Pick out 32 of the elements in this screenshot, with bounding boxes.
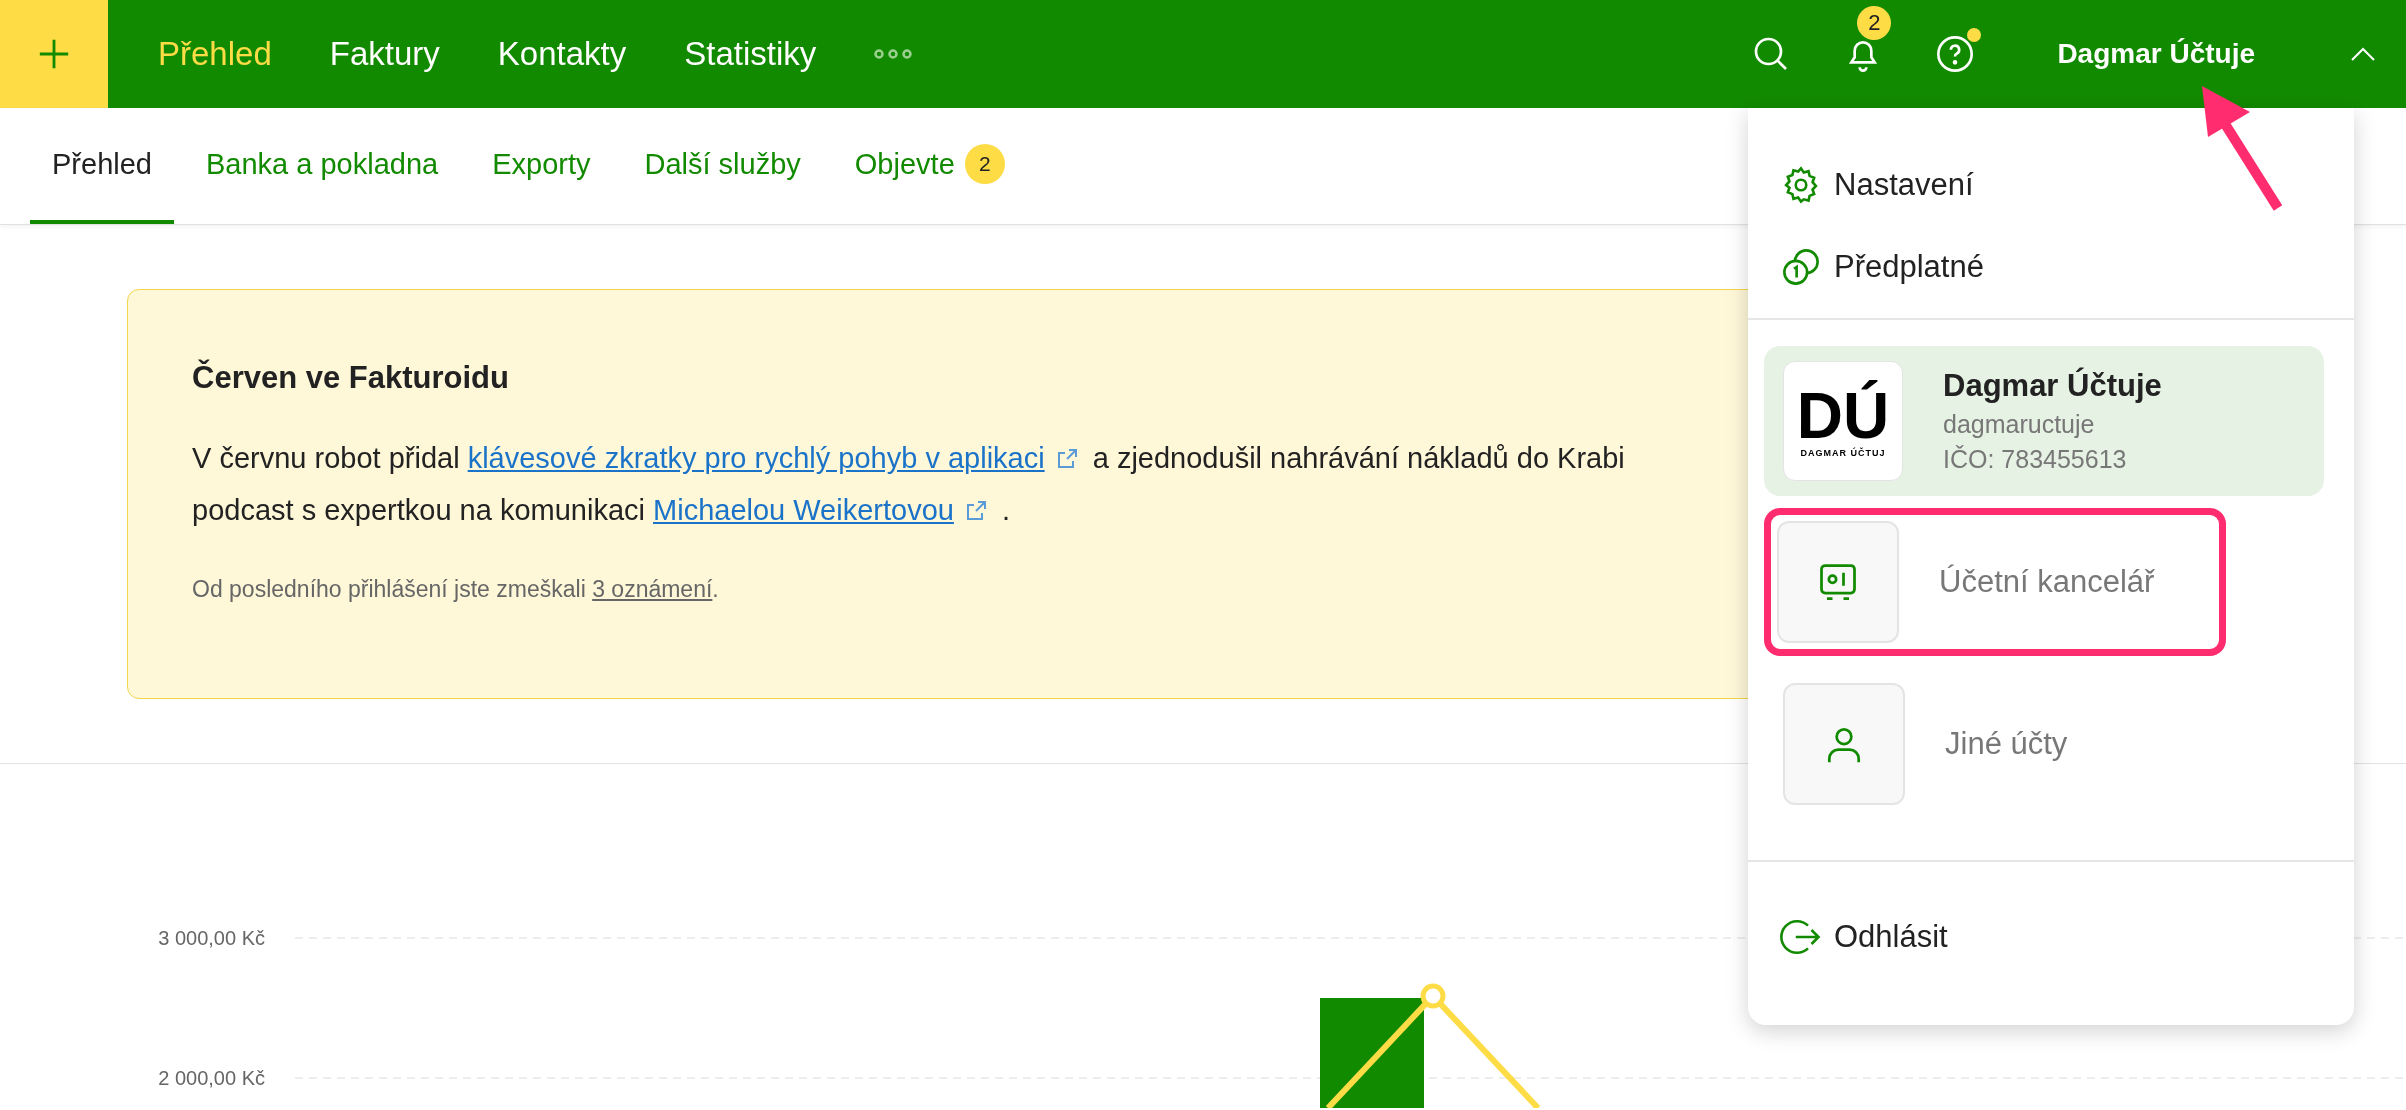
nav-item[interactable]: Přehled [158,35,272,73]
axis-label: 2 000,00 Kč [158,1067,265,1089]
menu-item[interactable]: Nastavení [1780,164,2322,206]
logout-item[interactable]: Odhlásit [1780,916,2322,958]
more-icon[interactable] [874,49,913,59]
link[interactable]: Michaelou Weikertovou [653,494,994,526]
nav-item[interactable]: Statistiky [684,35,817,73]
link[interactable]: 3 oznámení [592,576,713,602]
plus-icon [37,37,71,71]
account-item[interactable]: DÚ DAGMAR ÚČTUJ Dagmar Účtuje dagmaructuje IČO: 783455613 [1764,346,2324,496]
help-icon[interactable] [1935,34,1976,74]
tab[interactable]: Další služby [622,108,823,224]
count-badge: 2 [964,144,1005,184]
banner-title: Červen ve Fakturoidu [192,360,510,396]
link[interactable]: klávesové zkratky pro rychlý pohyb v aplikaci [467,442,1085,474]
axis-label: 3 000,00 Kč [158,927,265,949]
missed-notice: Od posledního přihlášení jste zmeškali 3 oznámení. [192,576,720,603]
nav-item[interactable]: Kontakty [497,35,627,73]
tab[interactable]: Banka a pokladna [183,108,461,224]
notification-badge: 2 [1857,6,1892,40]
account-item[interactable]: Jiné účty [1764,668,2324,820]
company-logo: DÚ DAGMAR ÚČTUJ [1783,361,1903,481]
tab[interactable]: Přehled [30,108,174,224]
nav-item[interactable]: Faktury [329,35,440,73]
user-menu[interactable]: Dagmar Účtuje [2057,38,2255,70]
account-item[interactable]: Účetní kancelář [1764,508,2226,656]
menu-item[interactable]: Předplatné [1780,246,2322,288]
chevron-icon[interactable] [2350,46,2376,62]
banner-text: V červnu robot přidal klávesové zkratky pro rychlý pohyb v aplikaci a zjednodušil nahrávání nákladů do Krabi podcast s expertkou na komunikaci Michaelou Weikertovou . [192,441,1626,528]
coins-icon [1780,246,1822,288]
tab[interactable]: Exporty [470,108,613,224]
tab[interactable]: Objevte 2 [832,108,1027,224]
